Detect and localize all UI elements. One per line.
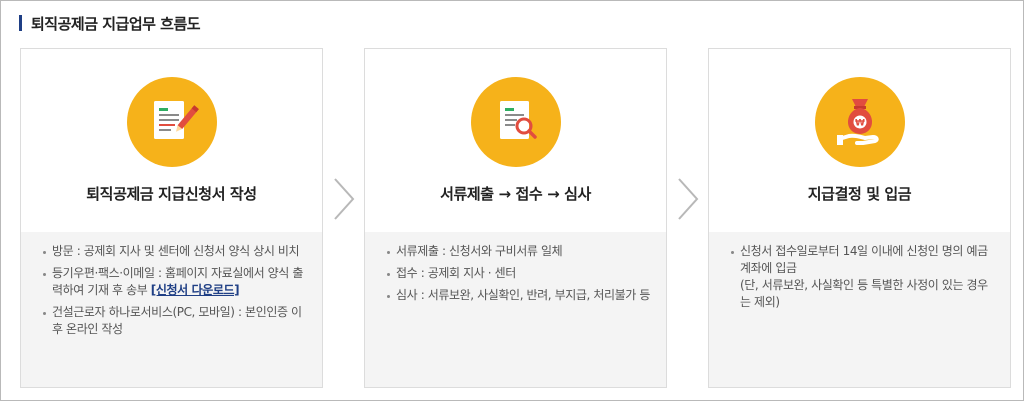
- list-item: 건설근로자 하나로서비스(PC, 모바일) : 본인인증 이후 온라인 작성: [43, 304, 308, 338]
- document-search-icon: [471, 77, 561, 167]
- money-bag-hand-icon: ₩: [815, 77, 905, 167]
- list-item: 접수 : 공제회 지사 · 센터: [387, 265, 652, 282]
- document-pen-icon: [127, 77, 217, 167]
- chevron-right-icon: [334, 178, 355, 220]
- item-text: (단, 서류보완, 사실확인 등 특별한 사정이 있는 경우는 제외): [740, 278, 988, 309]
- step-card-review: 서류제출 → 접수 → 심사 서류제출 : 신청서와 구비서류 일체 접수 : …: [364, 48, 667, 388]
- list-item: 심사 : 서류보완, 사실확인, 반려, 부지급, 처리불가 등: [387, 287, 652, 304]
- heading-bar: [19, 15, 22, 31]
- list-item-note: (단, 서류보완, 사실확인 등 특별한 사정이 있는 경우는 제외): [731, 277, 996, 311]
- item-text: 심사 : 서류보완, 사실확인, 반려, 부지급, 처리불가 등: [396, 288, 651, 302]
- step-card-payment: ₩ 지급결정 및 입금 신청서 접수일로부터 14일 이내에 신청인 명의 예금…: [708, 48, 1011, 388]
- step-title: 서류제출 → 접수 → 심사: [440, 185, 591, 203]
- list-item: 방문 : 공제회 지사 및 센터에 신청서 양식 상시 비치: [43, 243, 308, 260]
- section-heading: 퇴직공제금 지급업무 흐름도: [19, 12, 201, 34]
- step-card-application: 퇴직공제금 지급신청서 작성 방문 : 공제회 지사 및 센터에 신청서 양식 …: [20, 48, 323, 388]
- list-item: 서류제출 : 신청서와 구비서류 일체: [387, 243, 652, 260]
- item-text: 접수 : 공제회 지사 · 센터: [396, 266, 516, 280]
- svg-text:₩: ₩: [855, 119, 865, 129]
- step-title: 퇴직공제금 지급신청서 작성: [86, 185, 257, 203]
- page-title: 퇴직공제금 지급업무 흐름도: [31, 14, 201, 33]
- item-text: 신청서 접수일로부터 14일 이내에 신청인 명의 예금계좌에 입금: [740, 244, 988, 275]
- list-item: 신청서 접수일로부터 14일 이내에 신청인 명의 예금계좌에 입금: [731, 243, 996, 277]
- form-download-link[interactable]: [신청서 다운로드]: [151, 283, 240, 297]
- item-text: 방문 : 공제회 지사 및 센터에 신청서 양식 상시 비치: [52, 244, 300, 258]
- item-text: 서류제출 : 신청서와 구비서류 일체: [396, 244, 563, 258]
- chevron-right-icon: [678, 178, 699, 220]
- list-item: 등기우편·팩스·이메일 : 홈페이지 자료실에서 양식 출력하여 기재 후 송부…: [43, 265, 308, 299]
- workflow-panel: 퇴직공제금 지급업무 흐름도 퇴직공제금 지급신청서 작성 방문: 공제회 지…: [0, 0, 1024, 401]
- step-title: 지급결정 및 입금: [807, 185, 912, 203]
- item-text: 건설근로자 하나로서비스(PC, 모바일) : 본인인증 이후 온라인 작성: [52, 305, 302, 336]
